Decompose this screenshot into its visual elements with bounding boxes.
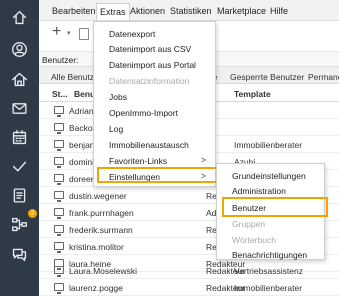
monitor-icon bbox=[54, 208, 64, 219]
house-icon[interactable] bbox=[9, 69, 29, 89]
add-icon[interactable]: + bbox=[52, 23, 61, 41]
menu-item-log[interactable]: Log bbox=[109, 124, 123, 134]
menu-item-jobs[interactable]: Jobs bbox=[109, 92, 127, 102]
menu-item-administration[interactable]: Administration bbox=[232, 186, 286, 196]
row-template: Immobilienberater bbox=[234, 283, 303, 293]
einstellungen-highlight bbox=[97, 167, 221, 183]
row-username: dustin.wegener bbox=[69, 191, 127, 201]
delete-icon[interactable] bbox=[79, 28, 89, 40]
menu-item-woerterbuch: Wörterbuch bbox=[232, 235, 276, 245]
monitor-icon bbox=[54, 174, 64, 185]
menu-bearbeiten[interactable]: Bearbeiten bbox=[52, 6, 96, 16]
monitor-icon bbox=[54, 283, 64, 294]
calendar-icon[interactable] bbox=[9, 127, 29, 147]
row-username: laurenz.pogge bbox=[69, 283, 123, 293]
column-template[interactable]: Template bbox=[234, 89, 271, 99]
user-icon[interactable] bbox=[9, 39, 29, 59]
tab-gesperrte-benutzer[interactable]: Gesperrte Benutzer bbox=[230, 72, 304, 82]
column-status[interactable]: St... bbox=[52, 89, 68, 99]
row-username: frederik.surmann bbox=[69, 225, 133, 235]
left-sidebar: 2 bbox=[0, 0, 39, 296]
menu-marketplace[interactable]: Marketplace bbox=[217, 6, 266, 16]
monitor-icon bbox=[54, 242, 64, 253]
row-username: doreen bbox=[69, 174, 96, 184]
document-icon[interactable] bbox=[9, 185, 29, 205]
home-icon[interactable] bbox=[9, 7, 29, 27]
row-template: Vertriebsassistenz bbox=[234, 266, 303, 276]
menu-item-gruppen: Gruppen bbox=[232, 219, 266, 229]
chat-icon[interactable] bbox=[9, 244, 29, 264]
extras-dropdown-menu: Datenexport Datenimport aus CSV Datenimp… bbox=[93, 21, 216, 187]
monitor-icon bbox=[54, 157, 64, 168]
table-row[interactable]: laurenz.pogge Redakteur Immobilienberate… bbox=[39, 279, 339, 296]
monitor-icon bbox=[54, 225, 64, 236]
row-username: Laura.Moselewski bbox=[69, 266, 138, 276]
monitor-icon bbox=[54, 191, 64, 202]
menu-item-datenimport-portal[interactable]: Datenimport aus Portal bbox=[109, 60, 196, 70]
menu-bar: Bearbeiten Extras Aktionen Statistiken M… bbox=[39, 0, 339, 21]
menu-item-datenexport[interactable]: Datenexport bbox=[109, 29, 155, 39]
menu-hilfe[interactable]: Hilfe bbox=[270, 6, 288, 16]
menu-item-datensatzinformation: Datensatzinformation bbox=[109, 76, 190, 86]
monitor-icon bbox=[54, 140, 64, 151]
filter-label: Benutzer: bbox=[42, 55, 79, 65]
checkmark-icon[interactable] bbox=[9, 156, 29, 176]
row-username: frank.purrnhagen bbox=[69, 208, 134, 218]
chevron-down-icon[interactable]: ▾ bbox=[67, 29, 71, 37]
menu-item-openimmo-import[interactable]: OpenImmo-Import bbox=[109, 108, 178, 118]
monitor-icon bbox=[54, 123, 64, 134]
menu-item-immobilienaustausch[interactable]: Immobilienaustausch bbox=[109, 140, 189, 150]
menu-item-grundeinstellungen[interactable]: Grundeinstellungen bbox=[232, 171, 306, 181]
tab-permanent[interactable]: Permanent bbox=[308, 72, 339, 82]
menu-extras[interactable]: Extras bbox=[96, 3, 130, 20]
row-template: Immobilienberater bbox=[234, 140, 303, 150]
menu-item-benachrichtigungen[interactable]: Benachrichtigungen bbox=[232, 250, 307, 260]
table-row[interactable]: Laura.Moselewski Redakteur Vertriebsassi… bbox=[39, 262, 339, 279]
mail-icon[interactable] bbox=[9, 98, 29, 118]
chevron-right-icon: > bbox=[200, 155, 206, 165]
row-username: kristina.molitor bbox=[69, 242, 124, 252]
network-icon[interactable] bbox=[9, 214, 29, 234]
menu-statistiken[interactable]: Statistiken bbox=[170, 6, 212, 16]
monitor-icon bbox=[54, 266, 64, 277]
menu-item-favoriten-links[interactable]: Favoriten-Links bbox=[109, 156, 167, 166]
menu-aktionen[interactable]: Aktionen bbox=[130, 6, 165, 16]
benutzer-highlight bbox=[222, 197, 328, 217]
menu-item-datenimport-csv[interactable]: Datenimport aus CSV bbox=[109, 44, 191, 54]
notification-badge: 2 bbox=[28, 209, 37, 218]
monitor-icon bbox=[54, 106, 64, 117]
